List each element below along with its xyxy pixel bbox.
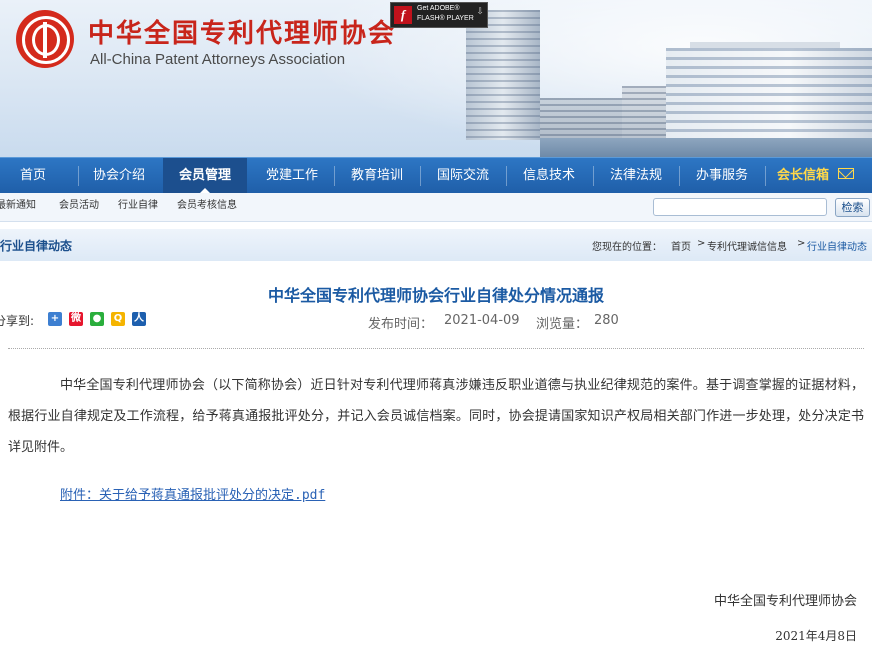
- signature-date: 2021年4月8日: [775, 629, 857, 643]
- flash-icon: f: [394, 6, 412, 24]
- nav-international[interactable]: 国际交流: [423, 158, 503, 194]
- main-nav: 首页 协会介绍 会员管理 党建工作 教育培训 国际交流 信息技术 法律法规 办事…: [0, 157, 872, 194]
- nav-it[interactable]: 信息技术: [509, 158, 589, 194]
- header-banner: 中华全国专利代理师协会 All-China Patent Attorneys A…: [0, 0, 872, 157]
- nav-divider: [506, 166, 507, 186]
- wechat-icon[interactable]: ●: [90, 312, 104, 326]
- banner-ground: [540, 138, 872, 157]
- nav-divider: [593, 166, 594, 186]
- nav-laws[interactable]: 法律法规: [596, 158, 676, 194]
- breadcrumb-separator: >: [697, 238, 706, 249]
- nav-member-management[interactable]: 会员管理: [163, 158, 247, 194]
- breadcrumb-integrity-info[interactable]: 专利代理诚信信息: [707, 238, 787, 253]
- nav-divider: [765, 166, 766, 186]
- search-input[interactable]: [653, 198, 827, 216]
- nav-services[interactable]: 办事服务: [682, 158, 762, 194]
- article-divider: [8, 348, 864, 349]
- subnav-member-activities[interactable]: 会员活动: [59, 196, 99, 211]
- publish-label: 发布时间：: [368, 317, 434, 332]
- views-count: 280: [594, 313, 619, 328]
- mail-icon[interactable]: [838, 168, 854, 179]
- download-arrow-icon: ⇩: [476, 7, 484, 17]
- org-name-en: All-China Patent Attorneys Association: [90, 51, 346, 68]
- org-name-cn: 中华全国专利代理师协会: [88, 19, 397, 49]
- renren-icon[interactable]: 人: [132, 312, 146, 326]
- share-label: 分享到:: [0, 314, 35, 328]
- nav-president-mailbox[interactable]: 会长信箱: [768, 158, 838, 194]
- qq-icon[interactable]: Q: [111, 312, 125, 326]
- publish-date: 2021-04-09: [444, 313, 520, 328]
- nav-home[interactable]: 首页: [0, 158, 66, 194]
- breadcrumb-current[interactable]: 行业自律动态: [807, 238, 867, 253]
- signature-org: 中华全国专利代理师协会: [713, 594, 857, 609]
- subnav-member-assessment[interactable]: 会员考核信息: [177, 196, 237, 211]
- flash-badge-line1: Get ADOBE®: [417, 5, 460, 12]
- banner-building-tower: [466, 10, 540, 140]
- banner-building-main: [666, 48, 872, 152]
- nav-divider: [78, 166, 79, 186]
- breadcrumb-home[interactable]: 首页: [671, 238, 691, 253]
- weibo-icon[interactable]: 微: [69, 312, 83, 326]
- section-title: 行业自律动态: [0, 239, 73, 253]
- attachment-link[interactable]: 附件：关于给予蒋真通报批评处分的决定.pdf: [60, 484, 325, 503]
- breadcrumb-prefix: 您现在的位置：: [592, 242, 662, 253]
- subnav-latest-notices[interactable]: 最新通知: [0, 196, 36, 211]
- subnav-self-discipline[interactable]: 行业自律: [118, 196, 158, 211]
- nav-party-building[interactable]: 党建工作: [250, 158, 334, 194]
- qzone-icon[interactable]: +: [48, 312, 62, 326]
- flash-player-badge[interactable]: f Get ADOBE® FLASH® PLAYER ⇩: [390, 2, 488, 28]
- nav-divider: [334, 166, 335, 186]
- nav-education[interactable]: 教育培训: [337, 158, 417, 194]
- logo-stem: [43, 22, 47, 58]
- flash-badge-line2: FLASH® PLAYER: [417, 15, 474, 22]
- association-logo[interactable]: [16, 10, 74, 68]
- article-body: 中华全国专利代理师协会（以下简称协会）近日针对专利代理师蒋真涉嫌违反职业道德与执…: [8, 378, 864, 455]
- nav-about[interactable]: 协会介绍: [82, 158, 156, 194]
- article-title: 中华全国专利代理师协会行业自律处分情况通报: [267, 286, 604, 305]
- views-label: 浏览量：: [536, 317, 589, 332]
- section-header: 行业自律动态 您现在的位置： 首页 > 专利代理诚信信息 > 行业自律动态: [0, 229, 872, 261]
- nav-divider: [420, 166, 421, 186]
- breadcrumb-separator: >: [797, 238, 806, 249]
- search-button[interactable]: 检索: [835, 198, 870, 217]
- nav-divider: [679, 166, 680, 186]
